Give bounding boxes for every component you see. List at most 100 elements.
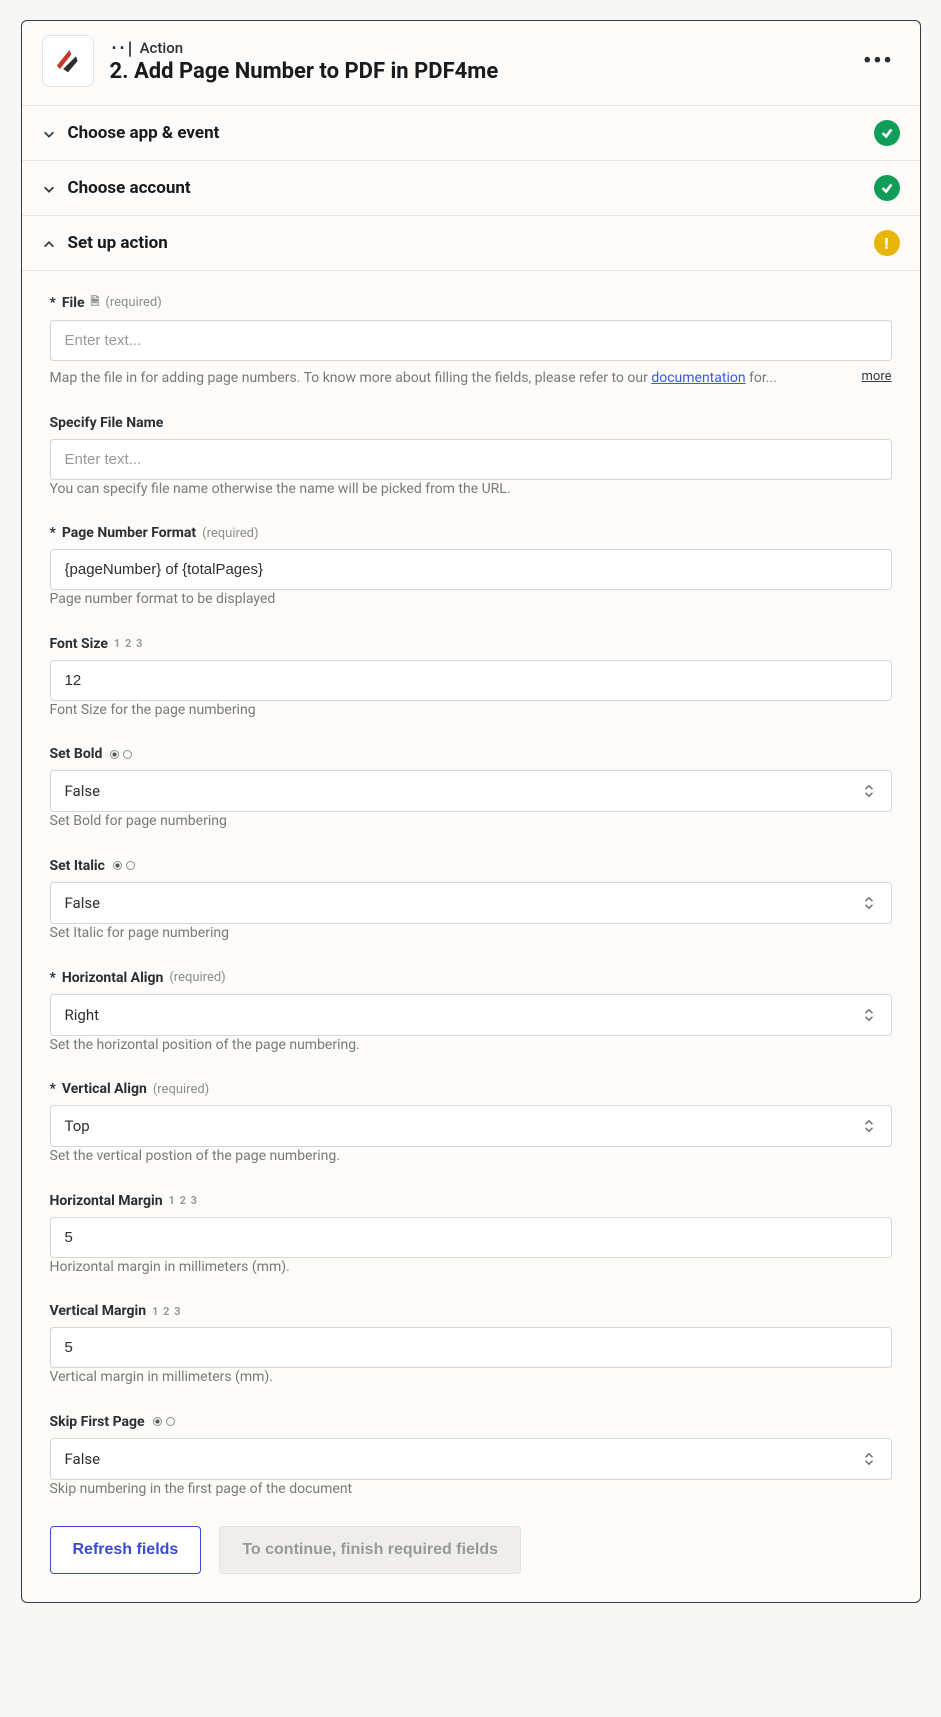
- panel-header: ··| Action 2. Add Page Number to PDF in …: [22, 21, 920, 106]
- select-value: False: [65, 782, 101, 800]
- continue-button: To continue, finish required fields: [219, 1526, 521, 1574]
- field-help: Skip numbering in the first page of the …: [50, 1480, 892, 1500]
- file-input[interactable]: [50, 320, 892, 361]
- label-text: Set Italic: [50, 858, 105, 874]
- field-help: You can specify file name otherwise the …: [50, 480, 892, 500]
- action-glyph-icon: ··|: [110, 39, 134, 57]
- required-hint: (required): [153, 1082, 209, 1097]
- field-page-number-format: * Page Number Format (required) Page num…: [50, 525, 892, 610]
- file-name-input[interactable]: [50, 439, 892, 480]
- required-star: *: [50, 1081, 56, 1097]
- exclamation-icon: !: [884, 234, 888, 253]
- field-label: * Horizontal Align (required): [50, 970, 892, 986]
- label-text: Skip First Page: [50, 1414, 145, 1430]
- pdf4me-icon: [52, 45, 84, 77]
- section-choose-account[interactable]: Choose account: [22, 161, 920, 216]
- refresh-fields-button[interactable]: Refresh fields: [50, 1526, 202, 1574]
- required-hint: (required): [202, 526, 258, 541]
- field-label: * File 🗎 (required): [50, 293, 892, 312]
- select-value: False: [65, 1450, 101, 1468]
- field-label: Set Bold: [50, 746, 892, 762]
- field-help: Set Bold for page numbering: [50, 812, 892, 832]
- section-title: Choose app & event: [68, 123, 220, 143]
- field-file: * File 🗎 (required) Map the file in for …: [50, 293, 892, 389]
- set-bold-select[interactable]: False: [50, 770, 892, 812]
- section-choose-app[interactable]: Choose app & event: [22, 106, 920, 161]
- field-help: Set the horizontal position of the page …: [50, 1036, 892, 1056]
- field-label: Specify File Name: [50, 415, 892, 431]
- select-caret-icon: [863, 1119, 877, 1133]
- vertical-align-select[interactable]: Top: [50, 1105, 892, 1147]
- label-text: Page Number Format: [62, 525, 196, 541]
- status-badge-warning: !: [874, 230, 900, 256]
- field-horizontal-align: * Horizontal Align (required) Right Set …: [50, 970, 892, 1056]
- field-label: Skip First Page: [50, 1414, 892, 1430]
- label-text: Set Bold: [50, 746, 103, 762]
- label-text: File: [62, 295, 85, 311]
- select-value: False: [65, 894, 101, 912]
- field-set-italic: Set Italic False Set Italic for page num…: [50, 858, 892, 944]
- required-star: *: [50, 970, 56, 986]
- font-size-input[interactable]: [50, 660, 892, 701]
- field-vertical-align: * Vertical Align (required) Top Set the …: [50, 1081, 892, 1167]
- documentation-link[interactable]: documentation: [651, 370, 745, 386]
- select-value: Top: [65, 1117, 90, 1135]
- section-setup-action[interactable]: Set up action !: [22, 216, 920, 271]
- header-texts: ··| Action 2. Add Page Number to PDF in …: [110, 39, 858, 84]
- app-logo: [42, 35, 94, 87]
- required-hint: (required): [169, 970, 225, 985]
- field-label: Font Size 1 2 3: [50, 636, 892, 652]
- more-menu-button[interactable]: •••: [857, 43, 899, 80]
- page-number-format-input[interactable]: [50, 549, 892, 590]
- field-help: Set the vertical postion of the page num…: [50, 1147, 892, 1167]
- field-label: Vertical Margin 1 2 3: [50, 1303, 892, 1319]
- field-skip-first-page: Skip First Page False Skip numbering in …: [50, 1414, 892, 1500]
- boolean-type-icon: [153, 1417, 175, 1426]
- file-type-icon: 🗎: [91, 293, 100, 312]
- field-label: Horizontal Margin 1 2 3: [50, 1193, 892, 1209]
- label-text: Specify File Name: [50, 415, 164, 431]
- label-text: Horizontal Margin: [50, 1193, 163, 1209]
- check-icon: [880, 181, 894, 195]
- skip-first-page-select[interactable]: False: [50, 1438, 892, 1480]
- field-set-bold: Set Bold False Set Bold for page numberi…: [50, 746, 892, 832]
- label-text: Vertical Margin: [50, 1303, 147, 1319]
- required-star: *: [50, 295, 56, 311]
- action-eyebrow: ··| Action: [110, 39, 858, 57]
- chevron-up-icon: [42, 236, 56, 250]
- field-file-name: Specify File Name You can specify file n…: [50, 415, 892, 500]
- status-badge-complete: [874, 120, 900, 146]
- section-title: Set up action: [68, 233, 168, 253]
- boolean-type-icon: [113, 861, 135, 870]
- field-help: Page number format to be displayed: [50, 590, 892, 610]
- numeric-type-icon: 1 2 3: [152, 1305, 181, 1318]
- field-help: Font Size for the page numbering: [50, 701, 892, 721]
- select-caret-icon: [863, 1008, 877, 1022]
- field-label: * Page Number Format (required): [50, 525, 892, 541]
- status-badge-complete: [874, 175, 900, 201]
- field-help: Set Italic for page numbering: [50, 924, 892, 944]
- horizontal-margin-input[interactable]: [50, 1217, 892, 1258]
- chevron-down-icon: [42, 181, 56, 195]
- field-help: Map the file in for adding page numbers.…: [50, 369, 777, 389]
- field-help: Vertical margin in millimeters (mm).: [50, 1368, 892, 1388]
- required-hint: (required): [105, 295, 161, 310]
- vertical-margin-input[interactable]: [50, 1327, 892, 1368]
- set-italic-select[interactable]: False: [50, 882, 892, 924]
- required-star: *: [50, 525, 56, 541]
- numeric-type-icon: 1 2 3: [114, 637, 143, 650]
- eyebrow-label: Action: [140, 39, 183, 57]
- more-link[interactable]: more: [862, 369, 892, 384]
- select-caret-icon: [863, 784, 877, 798]
- select-caret-icon: [863, 896, 877, 910]
- panel-title: 2. Add Page Number to PDF in PDF4me: [110, 59, 858, 84]
- label-text: Horizontal Align: [62, 970, 163, 986]
- field-horizontal-margin: Horizontal Margin 1 2 3 Horizontal margi…: [50, 1193, 892, 1278]
- action-panel: ··| Action 2. Add Page Number to PDF in …: [21, 20, 921, 1603]
- chevron-down-icon: [42, 126, 56, 140]
- check-icon: [880, 126, 894, 140]
- horizontal-align-select[interactable]: Right: [50, 994, 892, 1036]
- field-font-size: Font Size 1 2 3 Font Size for the page n…: [50, 636, 892, 721]
- numeric-type-icon: 1 2 3: [169, 1194, 198, 1207]
- boolean-type-icon: [110, 750, 132, 759]
